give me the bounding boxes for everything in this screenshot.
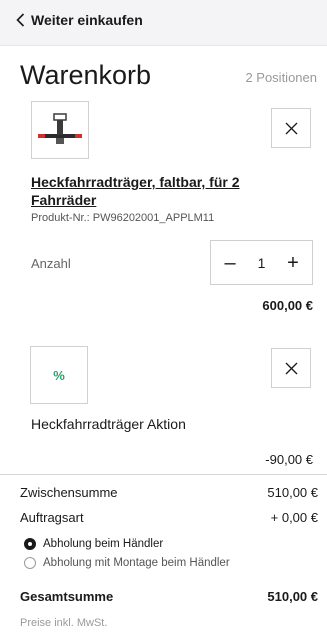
order-type-row: Auftragsart + 0,00 € — [20, 510, 318, 525]
order-type-value: + 0,00 € — [270, 510, 318, 525]
product-name-link[interactable]: Heckfahrradträger, faltbar, für 2 Fahrrä… — [31, 173, 261, 209]
product-thumbnail[interactable] — [31, 101, 89, 159]
back-link[interactable]: Weiter einkaufen — [16, 12, 143, 28]
close-icon — [285, 122, 297, 134]
subtotal-label: Zwischensumme — [20, 485, 118, 500]
option-pickup-assembly[interactable]: Abholung mit Montage beim Händler — [24, 557, 230, 569]
product-number: Produkt-Nr.: PW96202001_APPLM11 — [31, 212, 215, 224]
decrease-quantity-button[interactable]: – — [221, 253, 239, 273]
promo-thumbnail: % — [30, 346, 88, 404]
promo-name: Heckfahrradträger Aktion — [31, 416, 186, 432]
radio-unselected[interactable] — [24, 557, 36, 569]
increase-quantity-button[interactable]: + — [284, 253, 302, 273]
close-icon — [285, 362, 297, 374]
percent-icon: % — [53, 367, 65, 383]
subtotal-row: Zwischensumme 510,00 € — [20, 485, 318, 500]
top-bar: Weiter einkaufen — [0, 0, 327, 46]
bike-carrier-icon — [38, 113, 82, 144]
total-label: Gesamtsumme — [20, 589, 114, 604]
item-price: 600,00 € — [262, 298, 313, 313]
radio-selected[interactable] — [24, 538, 36, 550]
option-pickup-label: Abholung beim Händler — [43, 538, 164, 550]
subtotal-value: 510,00 € — [267, 485, 318, 500]
quantity-label: Anzahl — [31, 256, 71, 271]
back-link-label: Weiter einkaufen — [31, 12, 143, 28]
chevron-left-icon — [16, 13, 25, 27]
quantity-value[interactable]: 1 — [258, 255, 266, 271]
vat-note: Preise inkl. MwSt. — [20, 617, 108, 629]
quantity-stepper: – 1 + — [210, 240, 313, 285]
divider — [0, 474, 327, 475]
promo-price: -90,00 € — [265, 452, 313, 467]
total-value: 510,00 € — [267, 589, 318, 604]
option-pickup[interactable]: Abholung beim Händler — [24, 538, 163, 550]
option-pickup-assembly-label: Abholung mit Montage beim Händler — [43, 557, 230, 569]
total-row: Gesamtsumme 510,00 € — [20, 589, 318, 604]
remove-item-button[interactable] — [271, 108, 311, 148]
order-type-label: Auftragsart — [20, 510, 84, 525]
item-count: 2 Positionen — [245, 70, 317, 85]
page-title: Warenkorb — [20, 60, 152, 90]
remove-promo-button[interactable] — [271, 348, 311, 388]
